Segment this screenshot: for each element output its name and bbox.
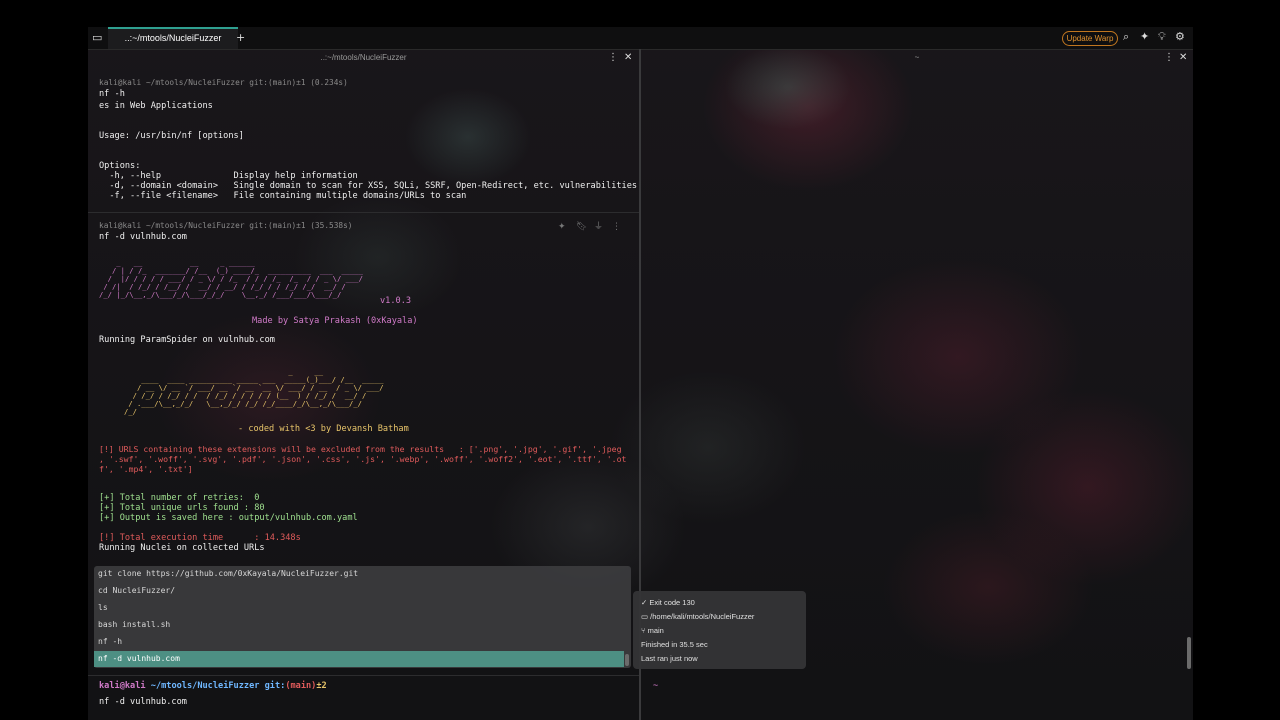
warp-terminal-window: ▭ ..:~/mtools/NucleiFuzzer + Update Warp… [88,27,1193,720]
stats-line: [+] Total unique urls found : 80 [99,503,265,513]
path-row: ▭ /home/kali/mtools/NucleiFuzzer [641,612,754,622]
right-pane-prompt[interactable]: ~ [653,681,658,691]
input-prompt: kali@kali ~/mtools/NucleiFuzzer git:(mai… [99,681,327,691]
lightbulb-icon[interactable]: 💡︎ [1158,30,1166,44]
prompt-git-label: git: [264,681,286,691]
left-pane-header: ..:~/mtools/NucleiFuzzer [88,49,639,67]
right-pane-scrollbar[interactable] [1187,637,1191,669]
tab-bar: ▭ ..:~/mtools/NucleiFuzzer + Update Warp… [88,27,1193,50]
command-history-menu: git clone https://github.com/0xKayala/Nu… [94,566,631,668]
update-warp-button[interactable]: Update Warp [1062,31,1118,46]
block-menu-icon[interactable]: ⋮ [612,220,621,234]
execution-time-line: [!] Total execution time : 14.348s [99,533,301,543]
history-item-selected[interactable]: nf -d vulnhub.com [94,651,624,667]
command-details-tooltip: ✓ Exit code 130 ▭ /home/kali/mtools/Nucl… [633,591,806,669]
input-separator [88,675,639,676]
prompt-user-host: kali@kali [99,681,146,691]
history-scrollbar[interactable] [625,654,629,666]
running-paramspider: Running ParamSpider on vulnhub.com [99,335,275,345]
new-tab-button[interactable]: + [236,31,245,45]
ai-sparkle-icon[interactable]: ✦ [1140,30,1149,44]
exit-code-text: Exit code 130 [649,598,695,607]
version-label: v1.0.3 [380,296,412,306]
stats-line: [+] Output is saved here : output/vulnhu… [99,513,358,523]
block-prompt: kali@kali ~/mtools/NucleiFuzzer git:(mai… [99,78,348,87]
history-item[interactable]: ls [94,600,624,616]
left-pane-menu-icon[interactable]: ⋮ [608,51,618,65]
branch-row: ⑂ main [641,626,664,636]
prompt-git-branch: (main) [285,681,317,691]
prompt-git-status: ±2 [316,681,327,691]
right-pane-title: ~ [914,53,920,62]
nucleifuzzer-ascii-banner: _ __ __ _ ______ / | / /_ _______/ /__ (… [99,258,363,299]
history-item[interactable]: cd NucleiFuzzer/ [94,583,624,599]
block-separator [88,212,639,213]
ai-sparkle-icon[interactable]: ✦ [558,220,566,234]
excluded-extensions-line: f', '.mp4', '.txt'] [99,464,193,474]
bookmark-icon[interactable]: 🔖︎ [576,220,587,234]
sidebar-toggle-icon[interactable]: ▭ [92,31,102,45]
search-icon[interactable]: ⌕ [1123,30,1129,44]
output-line: es in Web Applications [99,101,213,111]
folder-icon: ▭ [641,612,651,621]
tab-nucleifuzzer[interactable]: ..:~/mtools/NucleiFuzzer [108,27,238,49]
left-pane-title: ..:~/mtools/NucleiFuzzer [320,53,407,62]
excluded-extensions-line: [!] URLS containing these extensions wil… [99,444,622,454]
block-prompt: kali@kali ~/mtools/NucleiFuzzer git:(mai… [99,221,353,230]
made-by-label: Made by Satya Prakash (0xKayala) [252,316,418,326]
finished-row: Finished in 35.5 sec [641,640,708,649]
excluded-extensions-line: , '.swf', '.woff', '.svg', '.pdf', '.jso… [99,454,627,464]
history-item[interactable]: git clone https://github.com/0xKayala/Nu… [94,566,624,582]
git-branch-icon: ⑂ [641,626,648,635]
block-command: nf -d vulnhub.com [99,232,187,242]
path-text: /home/kali/mtools/NucleiFuzzer [650,612,755,621]
history-item[interactable]: bash install.sh [94,617,624,633]
right-pane-menu-icon[interactable]: ⋮ [1164,51,1174,65]
filter-icon[interactable]: ⏚ [594,220,603,234]
history-item[interactable]: nf -h [94,634,624,650]
last-ran-row: Last ran just now [641,654,698,663]
coded-with-label: - coded with <3 by Devansh Batham [238,424,409,434]
right-pane-header: ~ [641,49,1193,67]
exit-code-row: ✓ Exit code 130 [641,598,695,608]
output-line: Options: [99,161,141,171]
prompt-path: ~/mtools/NucleiFuzzer [150,681,260,691]
branch-text: main [647,626,664,635]
stats-line: [+] Total number of retries: 0 [99,493,260,503]
running-nuclei-line: Running Nuclei on collected URLs [99,543,265,553]
output-line: -d, --domain <domain> Single domain to s… [99,181,638,191]
output-line: -h, --help Display help information [99,171,358,181]
block-command: nf -h [99,89,125,99]
right-pane-close-icon[interactable]: ✕ [1179,51,1187,65]
output-line: -f, --file <filename> File containing mu… [99,191,467,201]
left-pane-close-icon[interactable]: ✕ [624,51,632,65]
command-input[interactable]: nf -d vulnhub.com [99,697,187,707]
output-line: Usage: /usr/bin/nf [options] [99,131,244,141]
paramspider-ascii-banner: _ __ ____ ____ __________ _____ ___ ____… [124,367,384,416]
gear-icon[interactable]: ⚙ [1175,30,1185,44]
